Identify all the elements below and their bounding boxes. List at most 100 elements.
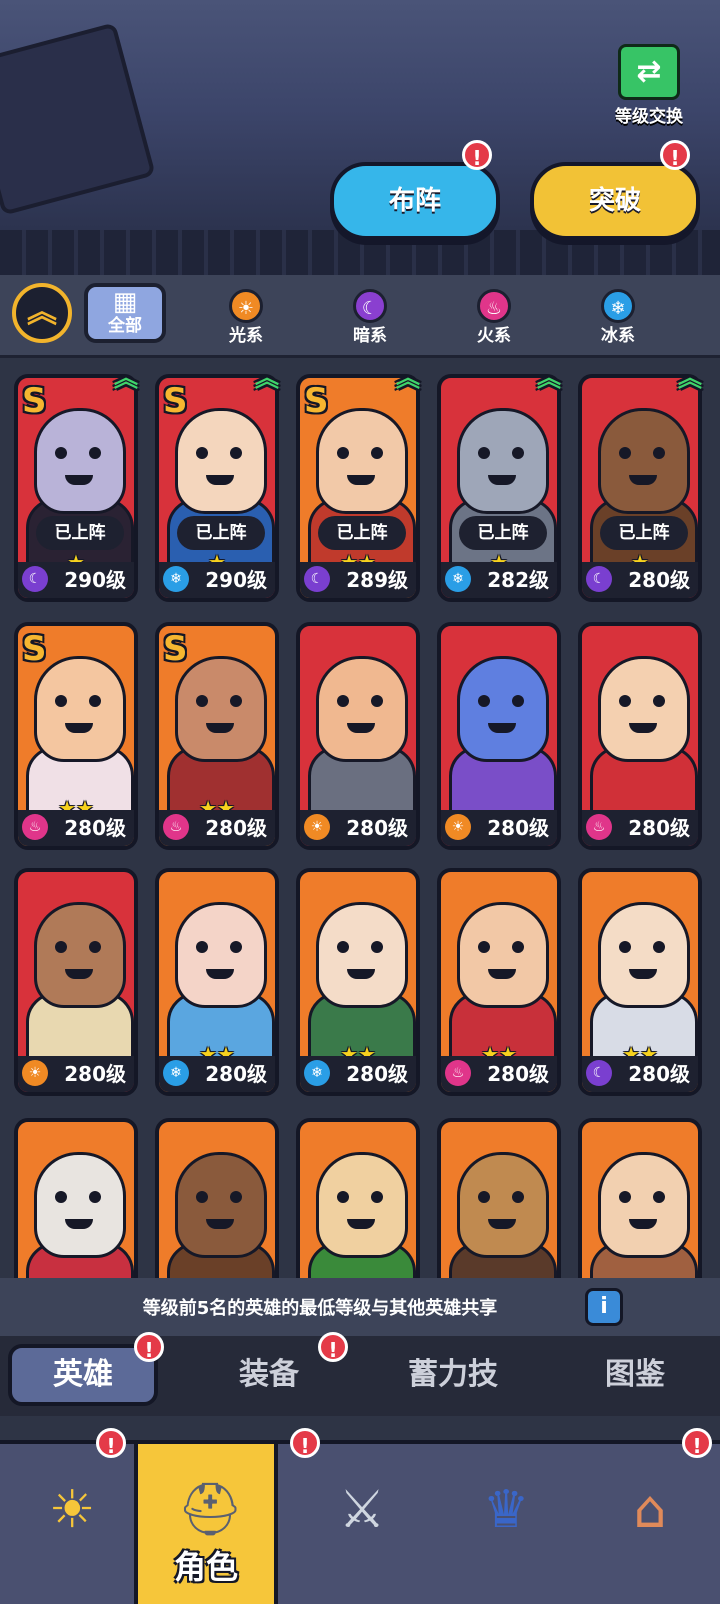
nav-character-label: 角色: [173, 1548, 238, 1586]
fire-element-icon: ♨: [163, 814, 189, 840]
level-bar: ♨ 280级: [159, 810, 275, 846]
hero-card[interactable]: ♨ 280级: [578, 622, 702, 850]
filter-fire-label: 火系: [477, 326, 511, 346]
filter-light-tab[interactable]: ☀ 光系: [206, 289, 286, 346]
upgrade-arrow-icon: ︽: [114, 364, 138, 392]
tab-charge-skill[interactable]: 蓄力技: [378, 1344, 528, 1406]
hero-card[interactable]: ☀ 280级: [296, 622, 420, 850]
hero-portrait-face: [34, 408, 126, 514]
upgrade-arrow-icon: ︽: [396, 364, 420, 392]
deployed-label: 已上阵: [600, 516, 688, 550]
level-bar: ❄ 290级: [159, 562, 275, 598]
nav-character[interactable]: ⛑ 角色: [134, 1444, 278, 1604]
hero-card[interactable]: ★★ ❄ 280级: [155, 868, 279, 1096]
deployed-label: 已上阵: [36, 516, 124, 550]
hero-card[interactable]: ★★ ❄ 280级: [296, 868, 420, 1096]
nav-guild[interactable]: ♛: [434, 1444, 578, 1604]
hero-card[interactable]: ★★ ♨ 280级: [437, 868, 561, 1096]
ice-element-icon: ❄: [163, 566, 189, 592]
hero-card[interactable]: [437, 1118, 561, 1278]
hero-level: 282级: [487, 568, 549, 592]
nav-sun[interactable]: ☀: [0, 1444, 144, 1604]
deployed-label: 已上阵: [318, 516, 406, 550]
hero-portrait-face: [316, 656, 408, 762]
hero-portrait-face: [175, 656, 267, 762]
hero-card[interactable]: [296, 1118, 420, 1278]
upgrade-arrow-icon: ︽: [537, 364, 561, 392]
hero-level: 280级: [346, 1062, 408, 1086]
hero-level: 280级: [64, 1062, 126, 1086]
hero-level: 280级: [628, 1062, 690, 1086]
ice-element-icon: ❄: [601, 289, 635, 323]
breakthrough-alert-icon: !: [660, 140, 690, 170]
staff-and-sword-icon: ⚔: [338, 1480, 386, 1540]
dark-element-icon: ☾: [22, 566, 48, 592]
hero-portrait-face: [457, 408, 549, 514]
hero-card[interactable]: ☀ 280级: [437, 622, 561, 850]
filter-fire-tab[interactable]: ♨ 火系: [454, 289, 534, 346]
hero-card[interactable]: S已上阵★★☾289级: [296, 374, 420, 602]
light-element-icon: ☀: [304, 814, 330, 840]
hero-portrait-face: [175, 902, 267, 1008]
hero-level: 280级: [346, 816, 408, 840]
swap-icon: ⇄: [618, 44, 680, 100]
hero-card[interactable]: [578, 1118, 702, 1278]
house-icon: ⌂: [633, 1480, 667, 1540]
hero-card[interactable]: [14, 1118, 138, 1278]
hero-card[interactable]: S已上阵★❄290级: [155, 374, 279, 602]
hero-card[interactable]: S ★★ ♨ 280级: [155, 622, 279, 850]
tab-codex[interactable]: 图鉴: [560, 1344, 710, 1406]
sub-tab-bar: 英雄 ! 装备 ! 蓄力技 图鉴: [0, 1332, 720, 1416]
info-note-bar: 等级前5名的英雄的最低等级与其他英雄共享 i: [0, 1278, 720, 1336]
fire-element-icon: ♨: [477, 289, 511, 323]
level-swap-label: 等级交换: [615, 107, 683, 127]
ice-element-icon: ❄: [304, 1060, 330, 1086]
level-bar: ❄ 280级: [159, 1056, 275, 1092]
filter-dark-label: 暗系: [353, 326, 387, 346]
hero-level: 290级: [64, 568, 126, 592]
filter-dark-tab[interactable]: ☾ 暗系: [330, 289, 410, 346]
nav-weapons[interactable]: ⚔: [290, 1444, 434, 1604]
hero-card[interactable]: 已上阵★☾280级: [578, 374, 702, 602]
rank-badge: S: [163, 381, 188, 421]
hero-portrait-face: [34, 902, 126, 1008]
hero-card[interactable]: S已上阵★☾290级: [14, 374, 138, 602]
level-swap-button[interactable]: ⇄ 等级交换: [612, 44, 686, 127]
nav-sun-alert-icon: !: [96, 1428, 126, 1458]
heroes-alert-icon: !: [134, 1332, 164, 1362]
upgrade-arrow-icon: ︽: [678, 364, 702, 392]
hero-card[interactable]: S ★★ ♨ 280级: [14, 622, 138, 850]
breakthrough-button[interactable]: 突破: [530, 162, 700, 240]
hero-portrait-face: [175, 1152, 267, 1258]
hero-level: 280级: [205, 816, 267, 840]
hero-card[interactable]: [155, 1118, 279, 1278]
filter-ice-tab[interactable]: ❄ 冰系: [578, 289, 658, 346]
rank-sort-chevron-icon[interactable]: ︽: [12, 283, 72, 343]
hero-card[interactable]: ★★ ☾ 280级: [578, 868, 702, 1096]
hero-card[interactable]: 已上阵★❄282级: [437, 374, 561, 602]
deployed-label: 已上阵: [177, 516, 265, 550]
nav-shop[interactable]: ⌂: [578, 1444, 720, 1604]
hero-grid: S已上阵★☾290级︽S已上阵★❄290级︽S已上阵★★☾289级︽已上阵★❄2…: [0, 360, 720, 1278]
dark-element-icon: ☾: [586, 1060, 612, 1086]
dark-element-icon: ☾: [586, 566, 612, 592]
knight-helmet-icon: ⛑: [176, 1480, 243, 1540]
level-bar: ☾ 280级: [582, 562, 698, 598]
fire-element-icon: ♨: [445, 1060, 471, 1086]
bottom-nav: ☀ ! ⛑ 角色 ! ⚔ ♛ ⌂ !: [0, 1428, 720, 1604]
rank-badge: S: [22, 629, 47, 669]
info-icon[interactable]: i: [585, 1288, 623, 1326]
filter-all-button[interactable]: ▦ 全部: [84, 283, 166, 343]
light-element-icon: ☀: [22, 1060, 48, 1086]
hero-level: 280级: [487, 1062, 549, 1086]
grid-icon: ▦: [112, 287, 138, 317]
ice-element-icon: ❄: [163, 1060, 189, 1086]
level-bar: ♨ 280级: [441, 1056, 557, 1092]
level-bar: ☾ 289级: [300, 562, 416, 598]
hero-card[interactable]: ☀ 280级: [14, 868, 138, 1096]
hero-level: 280级: [628, 568, 690, 592]
formation-button[interactable]: 布阵: [330, 162, 500, 240]
level-bar: ♨ 280级: [18, 810, 134, 846]
hero-portrait-face: [457, 1152, 549, 1258]
filter-bar: ︽ ▦ 全部 ☀ 光系 ☾ 暗系 ♨ 火系 ❄ 冰系: [0, 275, 720, 358]
